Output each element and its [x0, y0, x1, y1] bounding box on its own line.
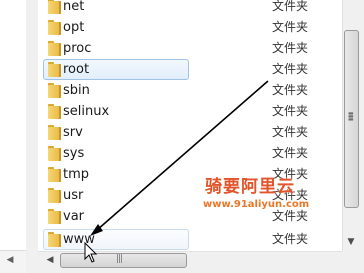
- folder-icon: [48, 0, 61, 14]
- file-type: 文件夹: [272, 104, 309, 118]
- pane-splitter[interactable]: [26, 0, 38, 273]
- watermark-url: www.91aliyun.com: [203, 199, 310, 210]
- list-item-selinux[interactable]: selinux 文件夹: [38, 101, 342, 122]
- mouse-pointer-icon: [84, 242, 98, 263]
- folder-icon: [48, 209, 61, 224]
- file-name: root: [63, 62, 90, 77]
- file-type: 文件夹: [272, 62, 309, 76]
- list-item-sbin[interactable]: sbin 文件夹: [38, 80, 342, 101]
- file-name: net: [63, 0, 85, 14]
- file-name: sbin: [63, 83, 90, 98]
- folder-icon: [48, 146, 61, 161]
- folder-icon: [48, 20, 61, 35]
- list-item-net[interactable]: net 文件夹: [38, 0, 342, 17]
- file-type: 文件夹: [272, 125, 309, 139]
- file-type: 文件夹: [272, 0, 309, 13]
- file-name: var: [63, 209, 85, 224]
- list-item-tmp[interactable]: tmp 文件夹: [38, 164, 342, 185]
- list-item-sys[interactable]: sys 文件夹: [38, 143, 342, 164]
- file-type: 文件夹: [272, 232, 309, 246]
- list-item-opt[interactable]: opt 文件夹: [38, 17, 342, 38]
- watermark-brand: 骑要阿里云: [205, 177, 295, 197]
- folder-icon: [48, 104, 61, 119]
- navigation-tree-pane[interactable]: [0, 0, 26, 273]
- folder-icon: [48, 167, 61, 182]
- folder-icon: [48, 125, 61, 140]
- file-type: 文件夹: [272, 41, 309, 55]
- scroll-down-arrow-icon[interactable]: ▼: [344, 236, 358, 249]
- file-name: tmp: [63, 167, 90, 182]
- file-name: selinux: [63, 104, 110, 119]
- file-name: srv: [63, 125, 83, 140]
- tree-scroll-left-arrow-icon[interactable]: ◀: [3, 254, 17, 267]
- folder-icon: [48, 232, 61, 247]
- file-name: sys: [63, 146, 85, 161]
- file-list: net 文件夹 opt 文件夹 proc 文件夹 root 文件夹 sbin 文…: [38, 0, 342, 251]
- file-type: 文件夹: [272, 146, 309, 160]
- list-item-proc[interactable]: proc 文件夹: [38, 38, 342, 59]
- file-name: proc: [63, 41, 92, 56]
- scroll-grip-icon: |||: [116, 254, 123, 264]
- folder-icon: [48, 188, 61, 203]
- file-name: opt: [63, 20, 85, 35]
- scrollbar-corner: [342, 251, 361, 270]
- file-type: 文件夹: [272, 83, 309, 97]
- file-type: 文件夹: [272, 20, 309, 34]
- list-item-srv[interactable]: srv 文件夹: [38, 122, 342, 143]
- file-name: usr: [63, 188, 84, 203]
- scroll-grip-icon: ▬ ▬ ▬: [348, 110, 354, 123]
- scroll-left-arrow-icon[interactable]: ◀: [43, 254, 57, 267]
- file-explorer-window: ◀ net 文件夹 opt 文件夹 proc 文件夹 root 文件夹 sbin: [0, 0, 364, 273]
- folder-icon: [48, 41, 61, 56]
- folder-icon: [48, 62, 61, 77]
- folder-icon: [48, 83, 61, 98]
- horizontal-scroll-thumb[interactable]: [60, 253, 187, 268]
- list-item-root[interactable]: root 文件夹: [38, 59, 342, 80]
